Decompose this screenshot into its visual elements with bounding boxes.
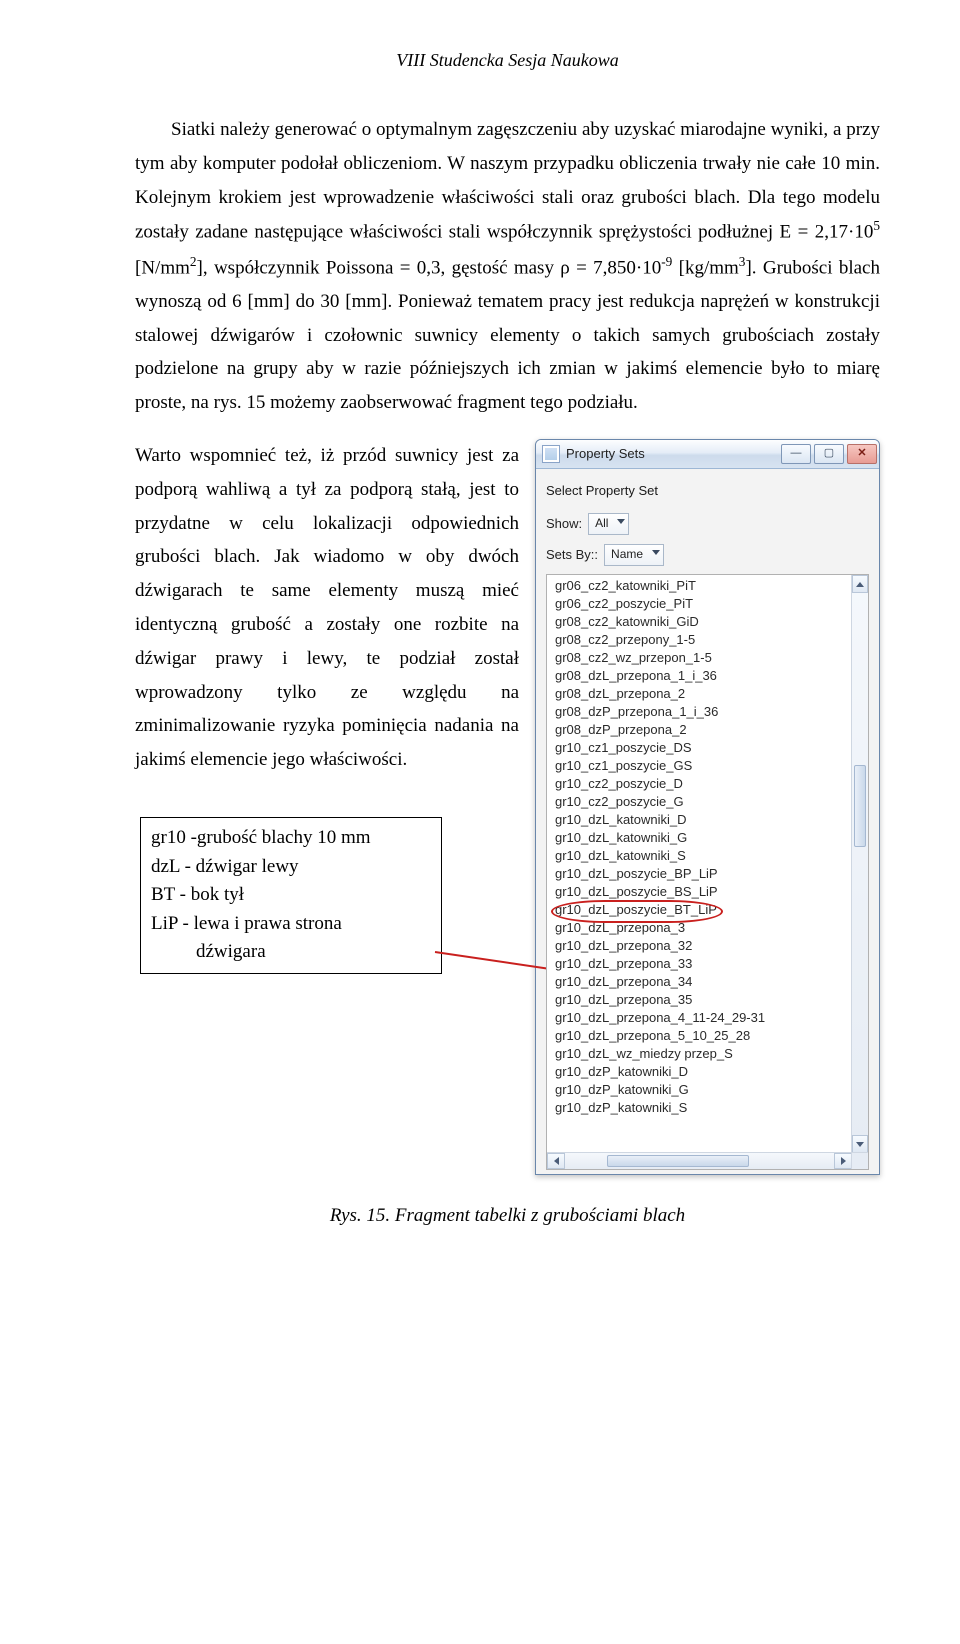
list-item[interactable]: gr10_cz2_poszycie_D [547, 775, 868, 793]
setsby-label: Sets By:: [546, 543, 598, 566]
legend-line: LiP - lewa i prawa strona [151, 910, 431, 939]
list-item[interactable]: gr10_cz1_poszycie_GS [547, 757, 868, 775]
scroll-left-button[interactable] [547, 1153, 565, 1169]
list-item[interactable]: gr10_cz1_poszycie_DS [547, 739, 868, 757]
list-item[interactable]: gr06_cz2_poszycie_PiT [547, 595, 868, 613]
scrollbar-thumb[interactable] [854, 765, 866, 847]
list-item[interactable]: gr10_dzL_przepona_4_11-24_29-31 [547, 1009, 868, 1027]
setsby-dropdown[interactable]: Name [604, 544, 664, 566]
legend-box: gr10 -grubość blachy 10 mm dzL - dźwigar… [140, 817, 442, 974]
scrollbar-corner [851, 1152, 868, 1169]
property-sets-window: Property Sets — ▢ ✕ Select Property Set … [535, 439, 880, 1175]
list-item[interactable]: gr08_cz2_przepony_1-5 [547, 631, 868, 649]
superscript: -9 [661, 254, 672, 269]
figure-caption: Rys. 15. Fragment tabelki z grubościami … [135, 1205, 880, 1227]
legend-line: dzL - dźwigar lewy [151, 853, 431, 882]
paragraph-text: ]. Grubości blach wynoszą od 6 [mm] do 3… [135, 257, 880, 413]
paragraph-2: Warto wspomnieć też, iż przód suwnicy je… [135, 439, 519, 777]
list-item[interactable]: gr10_dzL_przepona_5_10_25_28 [547, 1027, 868, 1045]
list-item[interactable]: gr10_dzL_przepona_3 [547, 919, 868, 937]
horizontal-scrollbar[interactable] [547, 1152, 852, 1169]
superscript: 2 [190, 254, 197, 269]
paragraph-text: ], współczynnik Poissona = 0,3, gęstość … [197, 257, 662, 278]
window-titlebar[interactable]: Property Sets — ▢ ✕ [536, 440, 879, 469]
paragraph-text: [kg/mm [672, 257, 739, 278]
maximize-button[interactable]: ▢ [814, 444, 844, 464]
panel-title: Select Property Set [546, 479, 869, 502]
paragraph-1: Siatki należy generować o optymalnym zag… [135, 113, 880, 420]
triangle-right-icon [841, 1157, 846, 1165]
triangle-down-icon [856, 1142, 864, 1147]
legend-line: BT - bok tył [151, 881, 431, 910]
paragraph-text: [N/mm [135, 257, 190, 278]
list-item[interactable]: gr10_dzP_katowniki_D [547, 1063, 868, 1081]
legend-line: dźwigara [151, 938, 431, 967]
list-item[interactable]: gr08_dzP_przepona_1_i_36 [547, 703, 868, 721]
show-value: All [595, 513, 608, 534]
list-item[interactable]: gr10_dzL_katowniki_S [547, 847, 868, 865]
chevron-down-icon [617, 519, 625, 524]
property-list-container: gr06_cz2_katowniki_PiTgr06_cz2_poszycie_… [546, 574, 869, 1170]
legend-line: gr10 -grubość blachy 10 mm [151, 824, 431, 853]
list-item[interactable]: gr08_cz2_katowniki_GiD [547, 613, 868, 631]
list-item[interactable]: gr10_dzL_poszycie_BP_LiP [547, 865, 868, 883]
list-item[interactable]: gr10_dzP_katowniki_G [547, 1081, 868, 1099]
list-item[interactable]: gr10_dzL_katowniki_G [547, 829, 868, 847]
scrollbar-thumb[interactable] [607, 1155, 749, 1167]
list-item[interactable]: gr08_dzL_przepona_1_i_36 [547, 667, 868, 685]
list-item[interactable]: gr06_cz2_katowniki_PiT [547, 577, 868, 595]
list-item[interactable]: gr10_dzL_przepona_35 [547, 991, 868, 1009]
list-item[interactable]: gr10_dzL_katowniki_D [547, 811, 868, 829]
window-title: Property Sets [566, 442, 781, 465]
triangle-up-icon [856, 582, 864, 587]
property-list[interactable]: gr06_cz2_katowniki_PiTgr06_cz2_poszycie_… [547, 575, 868, 1119]
superscript: 5 [873, 218, 880, 233]
setsby-value: Name [611, 544, 643, 565]
minimize-button[interactable]: — [781, 444, 811, 464]
list-item[interactable]: gr10_dzL_poszycie_BT_LiP [547, 901, 868, 919]
window-icon [542, 445, 560, 463]
list-item[interactable]: gr10_dzL_przepona_32 [547, 937, 868, 955]
scroll-right-button[interactable] [834, 1153, 852, 1169]
close-button[interactable]: ✕ [847, 444, 877, 464]
list-item[interactable]: gr08_dzL_przepona_2 [547, 685, 868, 703]
vertical-scrollbar[interactable] [851, 575, 868, 1153]
chevron-down-icon [652, 550, 660, 555]
list-item[interactable]: gr10_dzL_wz_miedzy przep_S [547, 1045, 868, 1063]
show-dropdown[interactable]: All [588, 513, 629, 535]
list-item[interactable]: gr10_dzP_katowniki_S [547, 1099, 868, 1117]
list-item[interactable]: gr10_cz2_poszycie_G [547, 793, 868, 811]
paragraph-text: Siatki należy generować o optymalnym zag… [135, 119, 880, 243]
show-label: Show: [546, 512, 582, 535]
list-item[interactable]: gr10_dzL_przepona_33 [547, 955, 868, 973]
page-header: VIII Studencka Sesja Naukowa [135, 50, 880, 71]
triangle-left-icon [554, 1157, 559, 1165]
scroll-up-button[interactable] [852, 575, 868, 593]
list-item[interactable]: gr10_dzL_poszycie_BS_LiP [547, 883, 868, 901]
list-item[interactable]: gr08_dzP_przepona_2 [547, 721, 868, 739]
scroll-down-button[interactable] [852, 1135, 868, 1153]
list-item[interactable]: gr08_cz2_wz_przepon_1-5 [547, 649, 868, 667]
list-item[interactable]: gr10_dzL_przepona_34 [547, 973, 868, 991]
